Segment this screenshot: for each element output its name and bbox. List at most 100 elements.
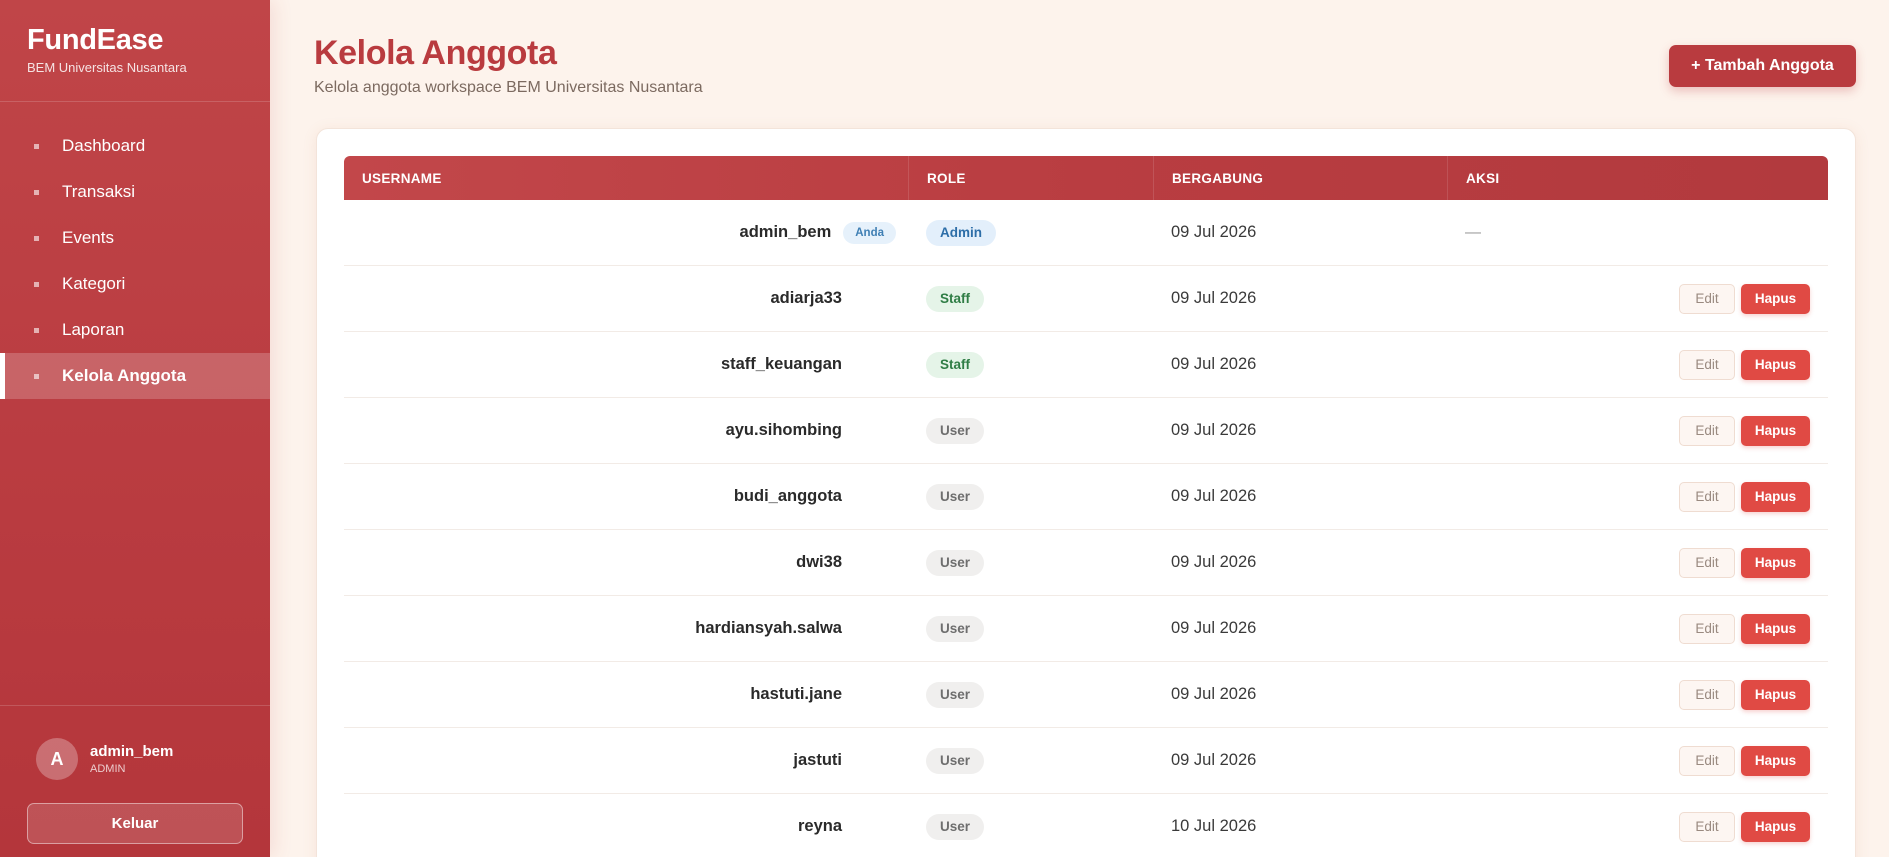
sidebar-item-label: Kategori (62, 274, 126, 293)
bullet-icon (34, 327, 39, 333)
sidebar-item-kategori[interactable]: Kategori (0, 261, 270, 307)
edit-button[interactable]: Edit (1679, 679, 1735, 710)
brand-subtitle: BEM Universitas Nusantara (27, 60, 187, 75)
sidebar-item-label: Transaksi (62, 182, 136, 201)
edit-button[interactable]: Edit (1679, 613, 1735, 644)
delete-button[interactable]: Hapus (1741, 481, 1810, 512)
user-role: ADMIN (90, 763, 126, 775)
sidebar-item-label: Laporan (62, 320, 125, 339)
bullet-icon (34, 189, 39, 195)
bullet-icon (34, 235, 39, 241)
actions-cell: Edit Hapus (1447, 745, 1828, 776)
delete-button[interactable]: Hapus (1741, 547, 1810, 578)
delete-button[interactable]: Hapus (1741, 349, 1810, 380)
username: dwi38 (796, 553, 842, 571)
username: reyna (797, 817, 842, 835)
role-cell: User (908, 483, 1153, 510)
joined-date: 09 Jul 2026 (1171, 685, 1257, 703)
delete-button[interactable]: Hapus (1741, 679, 1810, 710)
joined-date: 09 Jul 2026 (1171, 355, 1257, 373)
table-row: staff_keuangan Staff 09 Jul 2026 Edit Ha… (344, 332, 1828, 398)
actions-cell: Edit Hapus (1447, 679, 1828, 710)
username-cell: reyna (344, 817, 908, 836)
actions-cell: Edit Hapus (1447, 547, 1828, 578)
role-badge: User (926, 615, 985, 642)
table-row: reyna User 10 Jul 2026 Edit Hapus (344, 794, 1828, 857)
members-card: USERNAME ROLE BERGABUNG AKSI admin_bem A… (316, 128, 1856, 857)
sidebar-item-events[interactable]: Events (0, 215, 270, 261)
actions-cell: — (1447, 224, 1828, 242)
role-cell: Staff (908, 351, 1153, 378)
actions-cell: Edit Hapus (1447, 481, 1828, 512)
delete-button[interactable]: Hapus (1741, 745, 1810, 776)
joined-date: 09 Jul 2026 (1171, 751, 1257, 769)
edit-button[interactable]: Edit (1679, 745, 1735, 776)
actions-cell: Edit Hapus (1447, 415, 1828, 446)
sidebar-item-transaksi[interactable]: Transaksi (0, 169, 270, 215)
role-badge: User (926, 681, 985, 708)
joined-date: 09 Jul 2026 (1171, 289, 1257, 307)
column-actions: AKSI (1447, 156, 1828, 200)
actions-cell: Edit Hapus (1447, 283, 1828, 314)
delete-button[interactable]: Hapus (1741, 283, 1810, 314)
edit-button[interactable]: Edit (1679, 283, 1735, 314)
joined-date: 09 Jul 2026 (1171, 619, 1257, 637)
edit-button[interactable]: Edit (1679, 415, 1735, 446)
username-cell: staff_keuangan (344, 355, 908, 374)
add-member-button[interactable]: + Tambah Anggota (1669, 45, 1856, 87)
sidebar-item-label: Kelola Anggota (62, 366, 187, 385)
username-cell: adiarja33 (344, 289, 908, 308)
delete-button[interactable]: Hapus (1741, 811, 1810, 842)
role-cell: Staff (908, 285, 1153, 312)
username-cell: ayu.sihombing (344, 421, 908, 440)
avatar: A (36, 738, 78, 780)
sidebar-item-laporan[interactable]: Laporan (0, 307, 270, 353)
sidebar-footer: A admin_bem ADMIN Keluar (0, 705, 270, 857)
brand: FundEase BEM Universitas Nusantara (0, 0, 270, 102)
edit-button[interactable]: Edit (1679, 349, 1735, 380)
username-cell: jastuti (344, 751, 908, 770)
sidebar-item-label: Events (62, 228, 114, 247)
joined-date: 09 Jul 2026 (1171, 223, 1257, 241)
username-cell: dwi38 (344, 553, 908, 572)
logout-button[interactable]: Keluar (27, 803, 243, 844)
column-username: USERNAME (362, 170, 442, 186)
page-subtitle: Kelola anggota workspace BEM Universitas… (314, 79, 703, 96)
role-badge: User (926, 549, 985, 576)
username: hardiansyah.salwa (695, 619, 842, 637)
table-row: hastuti.jane User 09 Jul 2026 Edit Hapus (344, 662, 1828, 728)
username-cell: budi_anggota (344, 487, 908, 506)
column-role: ROLE (908, 156, 1153, 200)
role-cell: User (908, 615, 1153, 642)
username: adiarja33 (770, 289, 842, 307)
edit-button[interactable]: Edit (1679, 481, 1735, 512)
role-cell: User (908, 747, 1153, 774)
username-cell: hardiansyah.salwa (344, 619, 908, 638)
role-badge: User (926, 813, 985, 840)
sidebar-item-kelola-anggota[interactable]: Kelola Anggota (0, 353, 270, 399)
role-badge: Staff (926, 285, 984, 312)
role-badge: User (926, 747, 985, 774)
table-row: dwi38 User 09 Jul 2026 Edit Hapus (344, 530, 1828, 596)
username-cell: admin_bem Anda (344, 221, 908, 244)
table-row: jastuti User 09 Jul 2026 Edit Hapus (344, 728, 1828, 794)
joined-date: 09 Jul 2026 (1171, 421, 1257, 439)
page-title: Kelola Anggota (314, 34, 557, 72)
actions-cell: Edit Hapus (1447, 613, 1828, 644)
role-badge: User (926, 483, 985, 510)
username-cell: hastuti.jane (344, 685, 908, 704)
column-joined: BERGABUNG (1153, 156, 1447, 200)
edit-button[interactable]: Edit (1679, 811, 1735, 842)
edit-button[interactable]: Edit (1679, 547, 1735, 578)
joined-date: 10 Jul 2026 (1171, 817, 1257, 835)
no-action-dash: — (1465, 223, 1481, 241)
user-info: admin_bem ADMIN (90, 743, 173, 775)
table-header: USERNAME ROLE BERGABUNG AKSI (344, 156, 1828, 200)
username: staff_keuangan (720, 355, 842, 373)
delete-button[interactable]: Hapus (1741, 415, 1810, 446)
brand-title: FundEase (27, 24, 164, 56)
role-badge: Staff (926, 351, 984, 378)
delete-button[interactable]: Hapus (1741, 613, 1810, 644)
sidebar-item-dashboard[interactable]: Dashboard (0, 123, 270, 169)
members-table: USERNAME ROLE BERGABUNG AKSI admin_bem A… (344, 156, 1828, 857)
